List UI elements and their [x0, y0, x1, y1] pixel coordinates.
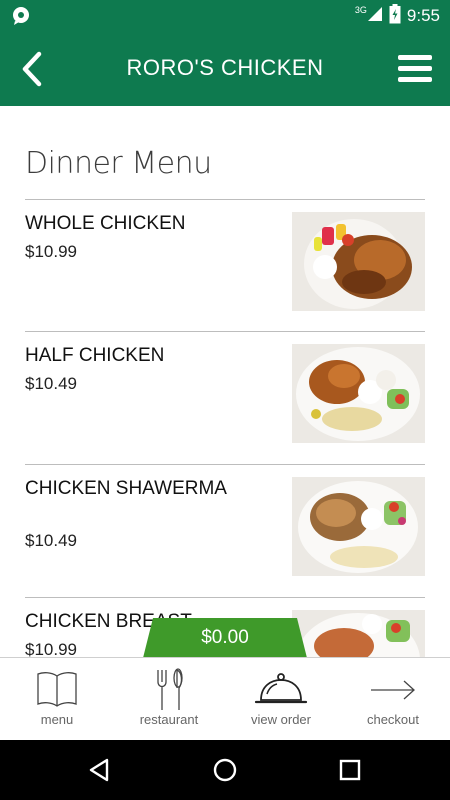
- nav-menu[interactable]: menu: [1, 658, 113, 741]
- app-title: RORO'S CHICKEN: [126, 55, 324, 80]
- clock: 9:55: [406, 6, 440, 25]
- order-total-button[interactable]: $0.00: [143, 618, 307, 658]
- battery-icon: [389, 3, 401, 29]
- bottom-nav: menu restaurant view order checkout: [0, 657, 450, 740]
- hamburger-menu-button[interactable]: [396, 49, 436, 89]
- nav-view-order[interactable]: view order: [225, 658, 337, 741]
- menu-item-whole-chicken[interactable]: WHOLE CHICKEN $10.99: [25, 212, 425, 322]
- signal-icon: [367, 6, 383, 27]
- app-bar: RORO'S CHICKEN: [0, 33, 450, 106]
- item-price: $10.99: [25, 242, 77, 261]
- back-triangle-icon[interactable]: [85, 755, 115, 785]
- home-circle-icon[interactable]: [210, 755, 240, 785]
- system-nav-bar: [0, 740, 450, 800]
- nav-label: checkout: [366, 712, 420, 727]
- status-icons: 3G 9:55: [354, 3, 440, 29]
- divider: [25, 199, 425, 200]
- book-icon: [37, 672, 77, 707]
- item-photo: [292, 344, 425, 443]
- nav-restaurant[interactable]: restaurant: [113, 658, 225, 741]
- arrow-right-icon: [371, 680, 415, 700]
- item-photo: [292, 477, 425, 576]
- menu-item-half-chicken[interactable]: HALF CHICKEN $10.49: [25, 344, 425, 454]
- nav-label: restaurant: [139, 712, 199, 727]
- nav-label: menu: [40, 712, 74, 727]
- hamburger-menu-icon: [398, 55, 432, 82]
- item-name: HALF CHICKEN: [25, 345, 165, 366]
- item-name: CHICKEN SHAWERMA: [25, 478, 227, 499]
- divider: [25, 331, 425, 332]
- order-total: $0.00: [201, 627, 249, 648]
- item-photo: [292, 610, 425, 657]
- nav-checkout[interactable]: checkout: [337, 658, 449, 741]
- item-price: $10.99: [25, 640, 77, 657]
- cloche-icon: [254, 673, 308, 704]
- section-title: Dinner Menu: [25, 146, 212, 181]
- menu-content[interactable]: Dinner Menu WHOLE CHICKEN $10.99 HALF CH…: [0, 106, 450, 657]
- item-photo: [292, 212, 425, 311]
- item-name: WHOLE CHICKEN: [25, 213, 186, 234]
- network-type: 3G: [354, 5, 367, 15]
- item-price: $10.49: [25, 374, 77, 393]
- status-bar: 3G 9:55: [0, 0, 450, 33]
- divider: [25, 597, 425, 598]
- recents-square-icon[interactable]: [335, 755, 365, 785]
- divider: [25, 464, 425, 465]
- menu-item-chicken-shawerma[interactable]: CHICKEN SHAWERMA $10.49: [25, 477, 425, 587]
- item-price: $10.49: [25, 531, 77, 550]
- nav-label: view order: [251, 712, 311, 727]
- fork-knife-icon: [157, 668, 183, 710]
- notification-icon: [11, 6, 31, 26]
